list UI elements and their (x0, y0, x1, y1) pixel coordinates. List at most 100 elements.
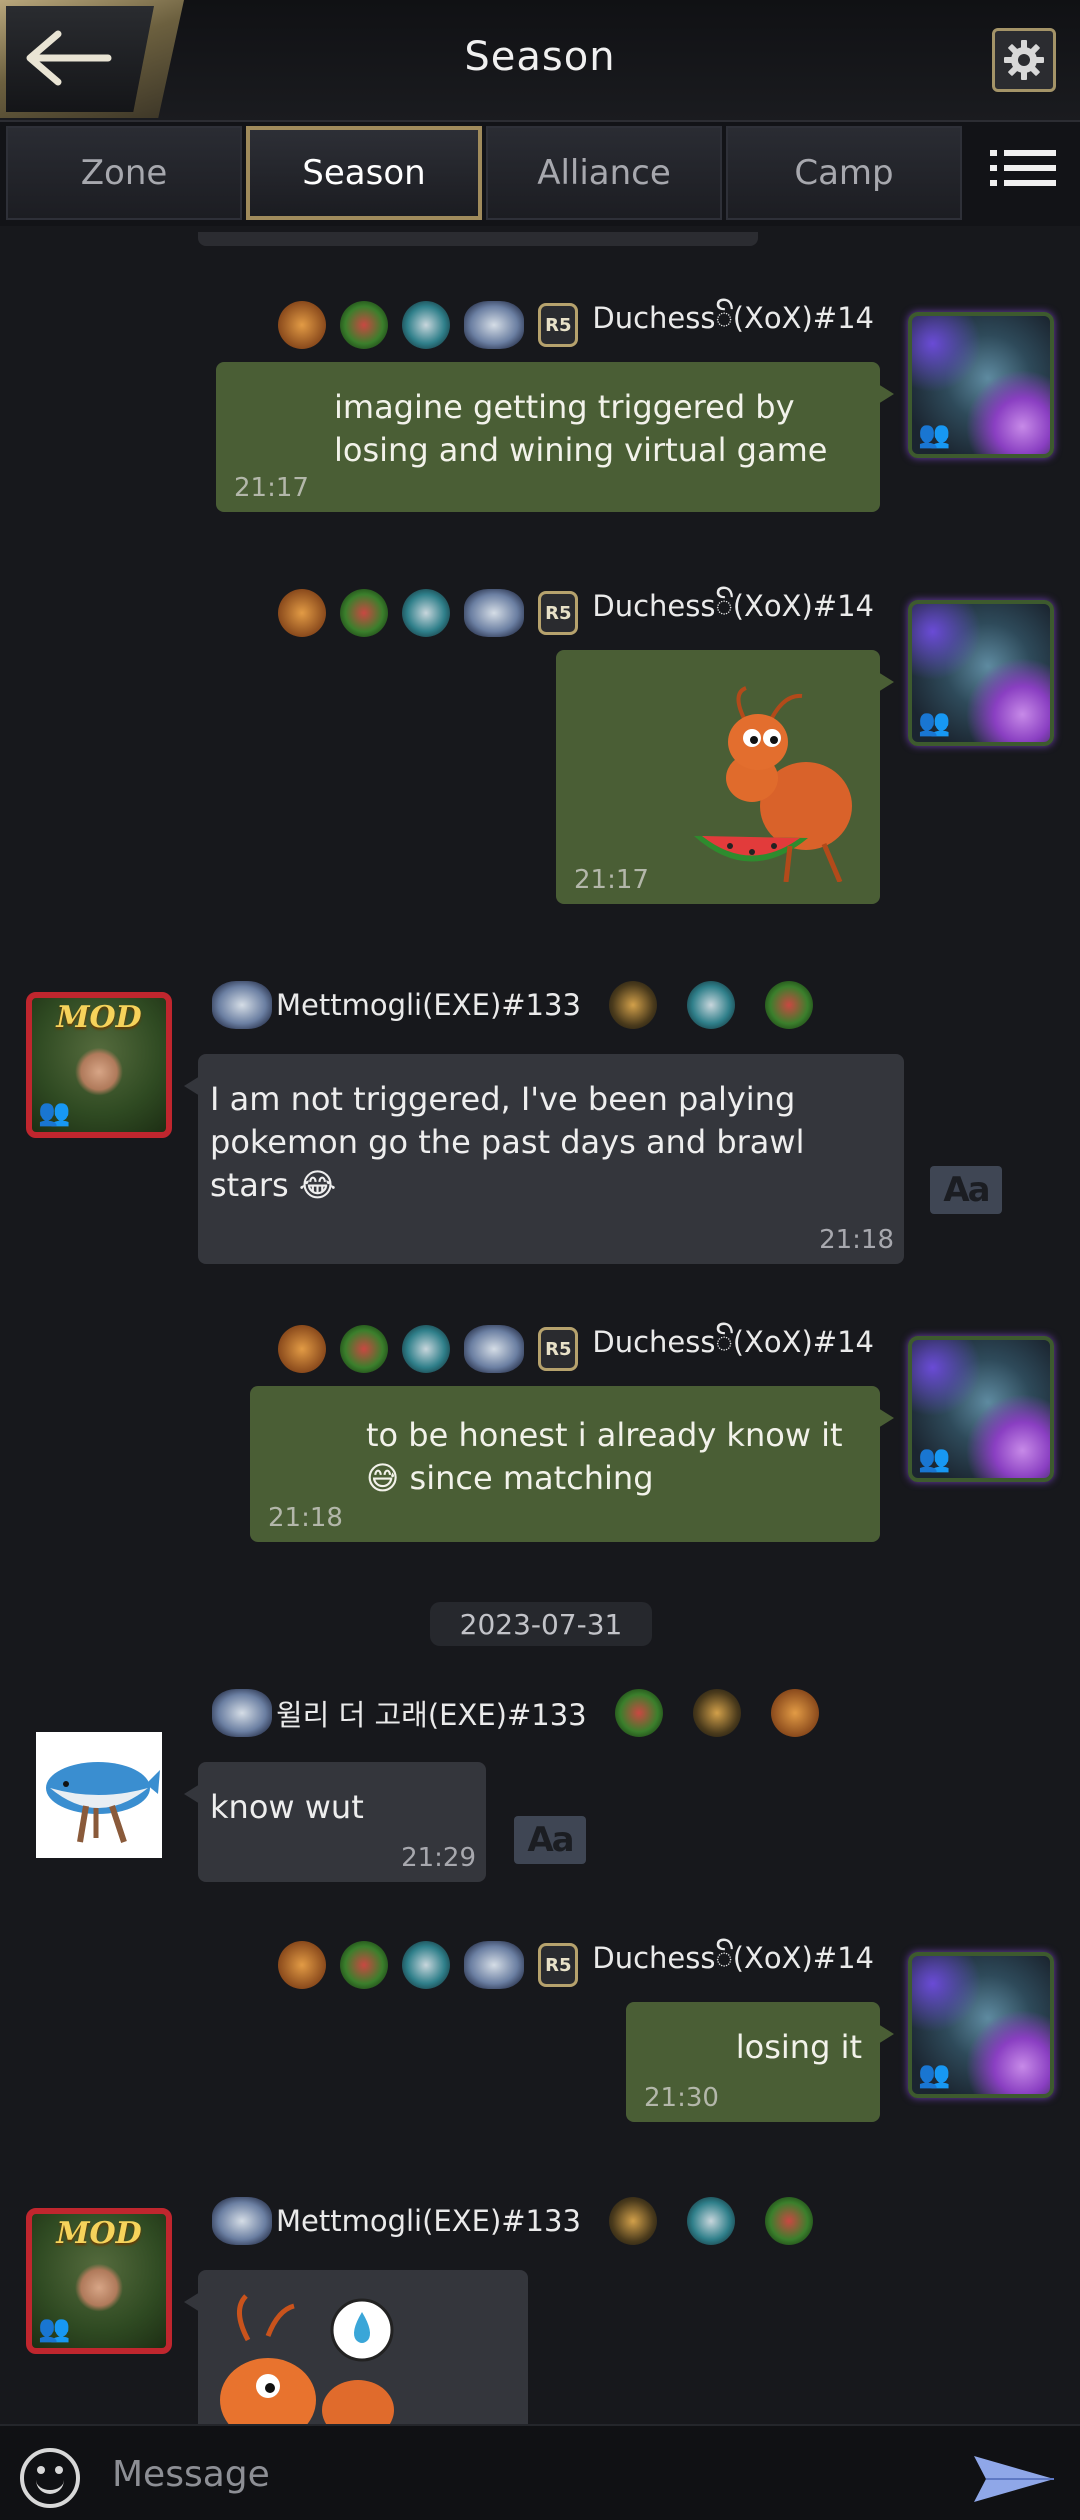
message-time: 21:18 (268, 1503, 343, 1533)
avatar[interactable]: 👥 (908, 600, 1054, 746)
header-bar: Season (0, 0, 1080, 122)
avatar[interactable]: 👥 (908, 1336, 1054, 1482)
crest-badge-icon (402, 589, 451, 637)
whale-icon (46, 1762, 160, 1843)
list-menu-icon[interactable] (990, 150, 1056, 200)
laurel-medal-icon (692, 1689, 741, 1737)
friend-icon: 👥 (918, 708, 951, 738)
message-text: I am not triggered, I've been palying po… (210, 1080, 805, 1204)
crest-badge-icon (686, 981, 735, 1029)
wing-badge-icon (464, 1941, 525, 1989)
sticker-bubble[interactable]: 21:17 (556, 650, 894, 904)
avatar[interactable]: 👥 (908, 1952, 1054, 2098)
message-time: 21:17 (234, 473, 309, 503)
translate-button[interactable]: Aa (514, 1816, 586, 1864)
chat-message: R5 Duchessꦼ(XoX)#14 👥 imagine getting tr… (0, 300, 1080, 550)
chat-message: MOD 👥 Mettmogli(EXE)#133 (0, 2196, 1080, 2424)
sender-row: 윌리 더 고래(EXE)#133 (212, 1688, 819, 1738)
wing-badge-icon (212, 981, 272, 1029)
avatar[interactable]: MOD 👥 (26, 992, 172, 1138)
bronze-medal-icon (278, 1325, 327, 1373)
sender-row: Mettmogli(EXE)#133 (212, 2196, 813, 2246)
avatar[interactable] (36, 1732, 162, 1858)
translate-button[interactable]: Aa (930, 1166, 1002, 1214)
tab-alliance[interactable]: Alliance (486, 126, 722, 220)
crest-badge-icon (686, 2197, 735, 2245)
sender-row: R5 Duchessꦼ(XoX)#14 (278, 300, 874, 350)
message-time: 21:17 (574, 865, 649, 895)
smiley-icon[interactable] (20, 2448, 80, 2508)
message-bubble[interactable]: to be honest i already know it 😅 since m… (250, 1386, 894, 1542)
tab-camp[interactable]: Camp (726, 126, 962, 220)
laurel-badge-icon (340, 589, 389, 637)
page-title: Season (464, 34, 616, 80)
crest-badge-icon (402, 1941, 451, 1989)
message-text: to be honest i already know it 😅 since m… (366, 1416, 843, 1497)
gear-icon (1004, 40, 1044, 80)
rank-badge: R5 (538, 1943, 579, 1987)
message-bubble[interactable]: I am not triggered, I've been palying po… (184, 1054, 904, 1264)
sender-row: R5 Duchessꦼ(XoX)#14 (278, 588, 874, 638)
settings-button[interactable] (992, 28, 1056, 92)
wing-badge-icon (464, 1325, 525, 1373)
rank-badge: R5 (538, 303, 579, 347)
sender-name[interactable]: Duchessꦼ(XoX)#14 (592, 1320, 874, 1379)
message-bubble[interactable]: know wut 21:29 (184, 1762, 486, 1882)
chat-message: R5 Duchessꦼ(XoX)#14 👥 to be honest i alr… (0, 1324, 1080, 1574)
friend-icon: 👥 (918, 420, 951, 450)
bronze-medal-icon (278, 301, 327, 349)
laurel-badge-icon (340, 301, 389, 349)
friend-icon: 👥 (38, 1098, 71, 1128)
sender-name[interactable]: Duchessꦼ(XoX)#14 (592, 1936, 874, 1995)
sender-name[interactable]: 윌리 더 고래(EXE)#133 (276, 1692, 587, 1734)
message-input[interactable] (112, 2444, 932, 2504)
laurel-badge-icon (340, 1325, 389, 1373)
friend-icon: 👥 (38, 2314, 71, 2344)
crest-badge-icon (402, 301, 451, 349)
message-time: 21:18 (819, 1225, 894, 1255)
avatar[interactable]: 👥 (908, 312, 1054, 458)
wing-badge-icon (464, 301, 525, 349)
message-text: losing it (735, 2028, 862, 2066)
send-arrow-icon[interactable] (972, 2452, 1056, 2506)
chat-list[interactable]: R5 Duchessꦼ(XoX)#14 👥 imagine getting tr… (0, 226, 1080, 2424)
sender-name[interactable]: Duchessꦼ(XoX)#14 (592, 296, 874, 355)
sender-row: R5 Duchessꦼ(XoX)#14 (278, 1940, 874, 1990)
sender-name[interactable]: Mettmogli(EXE)#133 (276, 2204, 581, 2238)
mod-tag: MOD (56, 1000, 142, 1035)
message-time: 21:29 (401, 1843, 476, 1873)
message-time: 21:30 (644, 2083, 719, 2113)
message-text: imagine getting triggered by losing and … (334, 388, 828, 469)
bronze-medal-icon (278, 1941, 327, 1989)
sender-row: Mettmogli(EXE)#133 (212, 980, 813, 1030)
friend-icon: 👥 (918, 1444, 951, 1474)
tab-zone[interactable]: Zone (6, 126, 242, 220)
laurel-badge-icon (764, 981, 813, 1029)
chat-message: R5 Duchessꦼ(XoX)#14 👥 21:17 (0, 588, 1080, 904)
message-bubble[interactable]: imagine getting triggered by losing and … (216, 362, 894, 512)
mod-tag: MOD (56, 2216, 142, 2251)
date-separator: 2023-07-31 (430, 1602, 652, 1646)
ant-sweating-sticker (220, 2294, 394, 2424)
rank-badge: R5 (538, 591, 579, 635)
message-bubble[interactable]: losing it 21:30 (626, 2002, 894, 2122)
bronze-medal-icon (278, 589, 327, 637)
wing-badge-icon (464, 589, 525, 637)
wing-badge-icon (212, 1689, 272, 1737)
friend-icon: 👥 (918, 2060, 951, 2090)
chat-message: R5 Duchessꦼ(XoX)#14 👥 losing it 21:30 (0, 1940, 1080, 2180)
rank-badge: R5 (538, 1327, 579, 1371)
crest-badge-icon (402, 1325, 451, 1373)
laurel-badge-icon (340, 1941, 389, 1989)
laurel-badge-icon (764, 2197, 813, 2245)
avatar[interactable]: MOD 👥 (26, 2208, 172, 2354)
wing-badge-icon (212, 2197, 272, 2245)
sender-row: R5 Duchessꦼ(XoX)#14 (278, 1324, 874, 1374)
chat-message: MOD 👥 Mettmogli(EXE)#133 I am not trigge… (0, 980, 1080, 1280)
tab-season[interactable]: Season (246, 126, 482, 220)
laurel-badge-icon (614, 1689, 663, 1737)
sender-name[interactable]: Duchessꦼ(XoX)#14 (592, 584, 874, 643)
sender-name[interactable]: Mettmogli(EXE)#133 (276, 988, 581, 1022)
dark-medal-icon (608, 2197, 657, 2245)
sticker-bubble[interactable] (184, 2270, 528, 2424)
